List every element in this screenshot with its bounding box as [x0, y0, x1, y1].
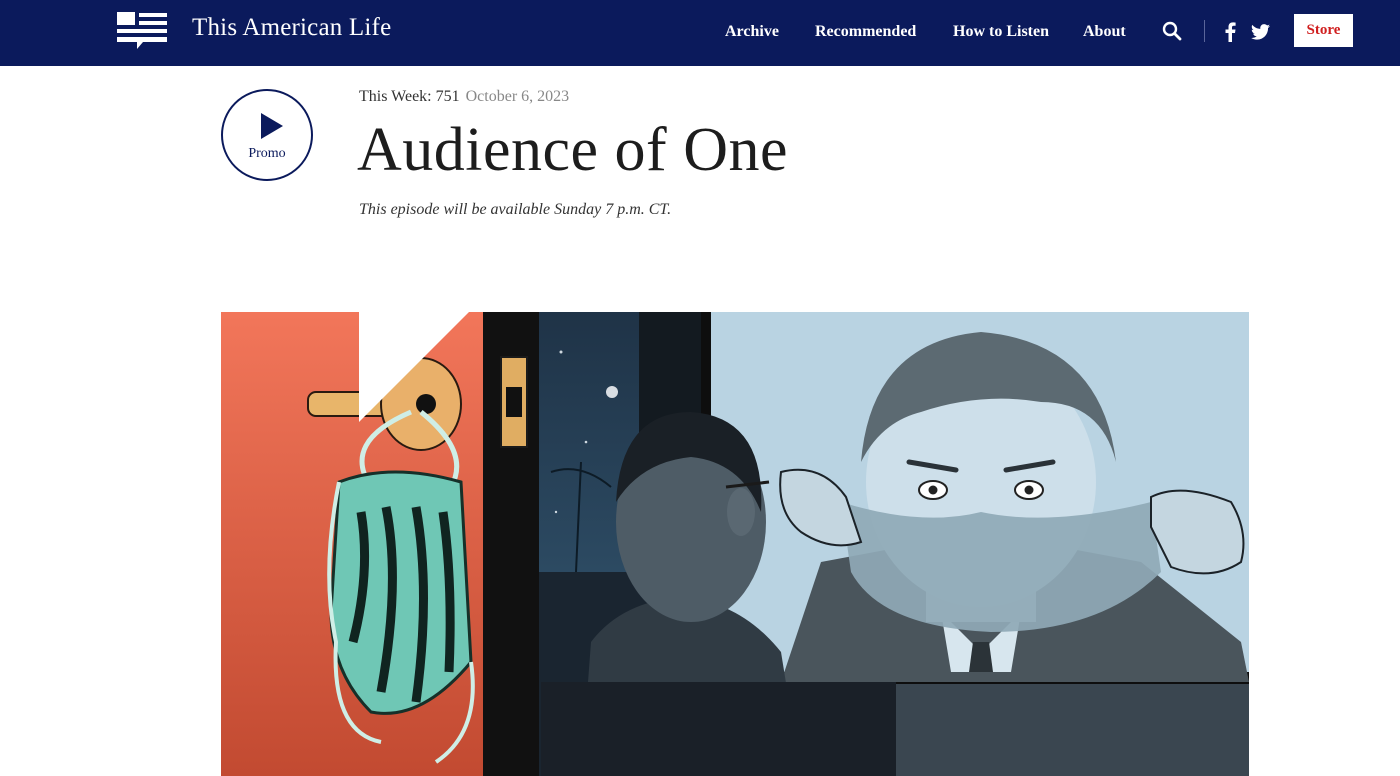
search-icon[interactable] — [1162, 21, 1182, 41]
promo-label: Promo — [248, 146, 286, 161]
store-button[interactable]: Store — [1294, 14, 1353, 47]
nav-recommended[interactable]: Recommended — [815, 23, 916, 41]
this-week-label: This Week: — [359, 88, 432, 105]
nav-archive[interactable]: Archive — [725, 23, 779, 41]
site-brand-name[interactable]: This American Life — [192, 14, 391, 42]
nav-about[interactable]: About — [1083, 23, 1126, 41]
site-logo-icon[interactable] — [117, 12, 167, 50]
promo-play-button[interactable]: Promo — [221, 89, 313, 181]
episode-date: October 6, 2023 — [465, 88, 570, 105]
episode-illustration — [221, 312, 1249, 776]
play-icon — [261, 113, 283, 139]
episode-availability: This episode will be available Sunday 7 … — [359, 201, 672, 218]
episode-number: 751 — [435, 88, 460, 105]
facebook-icon[interactable] — [1224, 22, 1236, 42]
episode-meta: This Week: 751 October 6, 2023 — [359, 88, 569, 106]
top-navigation-bar: This American Life Archive Recommended H… — [0, 0, 1400, 66]
episode-title: Audience of One — [357, 116, 788, 184]
twitter-icon[interactable] — [1251, 24, 1270, 40]
nav-how-to-listen[interactable]: How to Listen — [953, 23, 1049, 41]
nav-divider — [1204, 20, 1205, 42]
